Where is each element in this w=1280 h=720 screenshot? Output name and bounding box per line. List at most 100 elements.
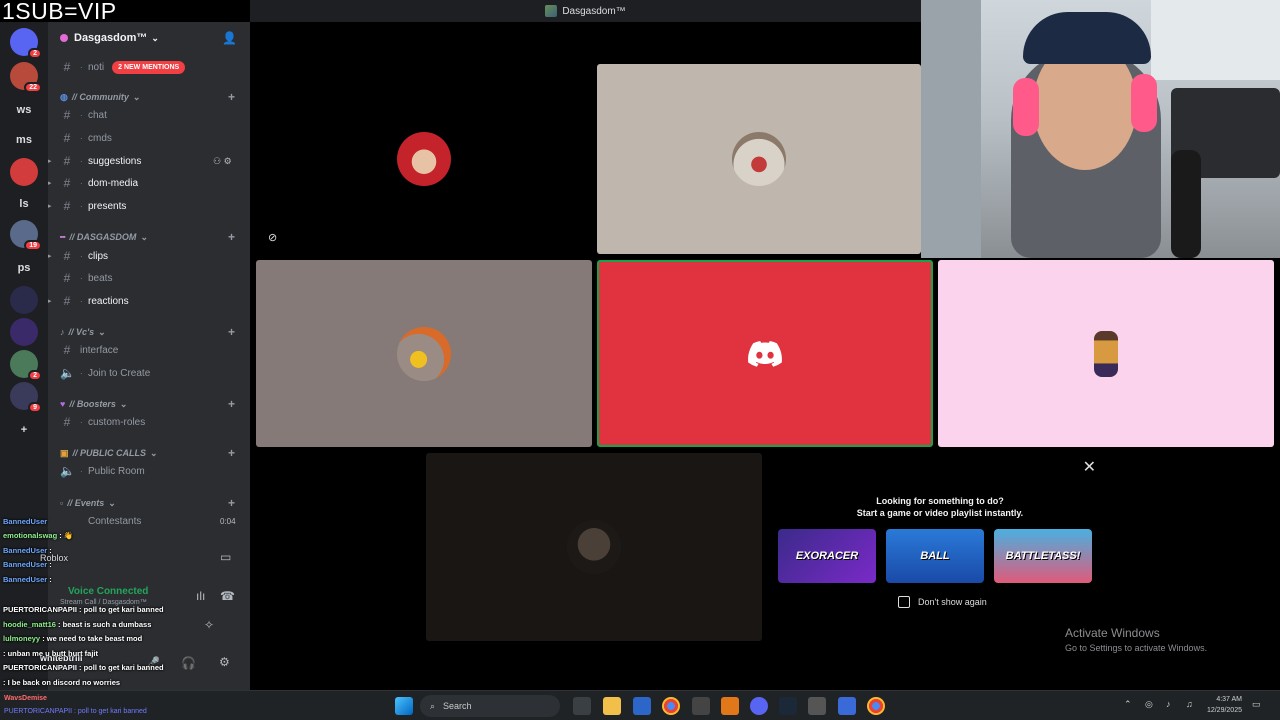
rail-add-server-icon[interactable]: + <box>10 416 38 444</box>
game-ball[interactable]: BALL <box>886 529 984 583</box>
rail-server-icon[interactable] <box>10 318 38 346</box>
task-view-icon[interactable] <box>573 697 591 715</box>
mentions-badge[interactable]: 2 NEW MENTIONS <box>112 60 186 74</box>
chrome-icon-2[interactable] <box>867 697 885 715</box>
channel-suggestions[interactable]: ▸ # · suggestions <box>48 151 141 171</box>
category-label: // Boosters <box>69 399 116 409</box>
channel-dot: · <box>80 251 83 261</box>
category-label: // PUBLIC CALLS <box>72 448 147 458</box>
chat-message: BannedUser : <box>3 575 52 584</box>
stream-overlay-text: 1SUB=VIP <box>2 0 117 24</box>
dont-show-again[interactable]: Don't show again <box>898 596 987 608</box>
category-boosters[interactable]: ♥ // Boosters ⌄ + <box>60 397 235 411</box>
channel-dot: · <box>80 201 83 211</box>
chat-text: : unban me u butt hurt fajit <box>3 649 98 658</box>
discord-icon[interactable] <box>750 697 768 715</box>
category-community[interactable]: ◍ // Community ⌄ + <box>60 90 235 104</box>
tray-network-icon[interactable]: ◎ <box>1145 699 1153 710</box>
hash-icon: # <box>63 271 71 285</box>
rail-server-7[interactable]: ps <box>10 254 38 282</box>
rail-server-icon[interactable]: 22 <box>10 62 42 93</box>
add-channel-icon[interactable]: + <box>228 397 235 411</box>
game-exoracer[interactable]: EXORACER <box>778 529 876 583</box>
channel-cmds[interactable]: # · cmds <box>60 128 112 148</box>
add-channel-icon[interactable]: + <box>228 446 235 460</box>
add-channel-icon[interactable]: + <box>228 230 235 244</box>
close-icon[interactable]: ✕ <box>1083 457 1096 477</box>
channel-label: beats <box>88 272 113 284</box>
category-events[interactable]: ▫ // Events ⌄ + <box>60 496 235 510</box>
checkbox[interactable] <box>898 596 910 608</box>
tray-chevron-icon[interactable]: ⌃ <box>1124 699 1132 710</box>
notification-icon[interactable]: ▭ <box>1252 699 1261 710</box>
taskbar-search[interactable]: ⌕ Search <box>420 695 560 717</box>
eye-off-icon[interactable]: ⊘ <box>268 231 277 244</box>
heart-icon: ♥ <box>60 399 66 409</box>
add-channel-icon[interactable]: + <box>228 325 235 339</box>
channel-clips[interactable]: ▸ # · clips <box>48 246 108 266</box>
app-icon[interactable] <box>692 697 710 715</box>
category-public-calls[interactable]: ▣ // PUBLIC CALLS ⌄ + <box>60 446 235 460</box>
category-vcs[interactable]: ♪ // Vc's ⌄ + <box>60 325 235 339</box>
video-tile-4[interactable] <box>426 453 762 641</box>
store-icon[interactable] <box>633 697 651 715</box>
server-header[interactable]: Dasgasdom™ ⌄ 👤 <box>48 22 250 54</box>
category-label: // Events <box>67 498 105 508</box>
game-battletass[interactable]: BATTLETASS! <box>994 529 1092 583</box>
person-cap <box>1023 12 1151 64</box>
rail-server-icon[interactable]: 9 <box>10 382 42 413</box>
steam-icon[interactable] <box>779 697 797 715</box>
channel-presents[interactable]: ▸ # · presents <box>48 196 127 216</box>
rail-server-icon[interactable]: 19 <box>10 220 42 251</box>
category-dasgasdom[interactable]: ╍ // DASGASDOM ⌄ + <box>60 230 235 244</box>
channel-reactions[interactable]: ▸ # · reactions <box>48 291 129 311</box>
video-tile-5[interactable] <box>938 260 1274 447</box>
chat-username: BannedUser <box>3 546 48 555</box>
rail-discover-icon[interactable] <box>10 448 38 476</box>
file-explorer-icon[interactable] <box>603 697 621 715</box>
chat-username: BannedUser <box>3 517 48 526</box>
video-tile-1[interactable]: ⊘ <box>256 64 592 254</box>
channel-label: presents <box>88 200 127 212</box>
activate-windows-watermark: Activate Windows Go to Settings to activ… <box>1065 626 1207 653</box>
rail-server-3[interactable]: ms <box>10 126 38 154</box>
video-tile-3[interactable] <box>256 260 592 447</box>
channel-public-room[interactable]: 🔈 · Public Room <box>60 461 145 481</box>
tray-mic-icon[interactable]: ♪ <box>1166 699 1171 709</box>
app-icon-2[interactable] <box>721 697 739 715</box>
channel-settings-icons[interactable]: ⚇ ⚙ <box>213 156 232 167</box>
channel-label: reactions <box>88 295 129 307</box>
chrome-icon[interactable] <box>662 697 680 715</box>
hash-icon: # <box>63 294 71 308</box>
add-member-icon[interactable]: 👤 <box>222 31 237 45</box>
channel-chat[interactable]: # · chat <box>60 105 107 125</box>
rail-discord-icon[interactable]: 2 <box>10 28 42 59</box>
channel-noti[interactable]: # · noti 2 NEW MENTIONS <box>60 57 186 77</box>
add-channel-icon[interactable]: + <box>228 496 235 510</box>
channel-dot: · <box>80 133 83 143</box>
channel-dom-media[interactable]: ▸ # · dom-media <box>48 173 138 193</box>
search-icon: ⌕ <box>430 700 436 711</box>
add-channel-icon[interactable]: + <box>228 90 235 104</box>
game-label: EXORACER <box>795 550 859 562</box>
app-icon-3[interactable] <box>808 697 826 715</box>
video-tile-2[interactable] <box>597 64 921 254</box>
channel-interface[interactable]: # interface <box>60 340 119 360</box>
windows-start-icon[interactable] <box>395 697 413 715</box>
video-tile-discord[interactable] <box>597 260 933 447</box>
app-icon-4[interactable] <box>838 697 856 715</box>
channel-beats[interactable]: # · beats <box>60 268 113 288</box>
rail-server-icon[interactable]: 2 <box>10 350 42 381</box>
rail-server-5[interactable]: ls <box>10 190 38 218</box>
tray-volume-icon[interactable]: ♫ <box>1186 699 1193 709</box>
screen: 1SUB=VIP Dasgasdom™ 2 22 ws ms ls 19 ps 2 9 + Das… <box>0 0 1280 720</box>
chevron-down-icon: ⌄ <box>140 231 148 242</box>
channel-join-to-create[interactable]: 🔈 · Join to Create <box>60 363 150 383</box>
popup-headline: Looking for something to do? Start a gam… <box>770 495 1110 519</box>
taskbar-clock[interactable]: 4:37 AM 12/29/2025 <box>1204 694 1242 716</box>
rail-server-icon[interactable] <box>10 286 38 314</box>
rail-server-2[interactable]: ws <box>10 96 38 124</box>
channel-custom-roles[interactable]: # · custom-roles <box>60 412 146 432</box>
chat-username: BannedUser <box>3 575 48 584</box>
rail-server-icon[interactable] <box>10 158 38 186</box>
